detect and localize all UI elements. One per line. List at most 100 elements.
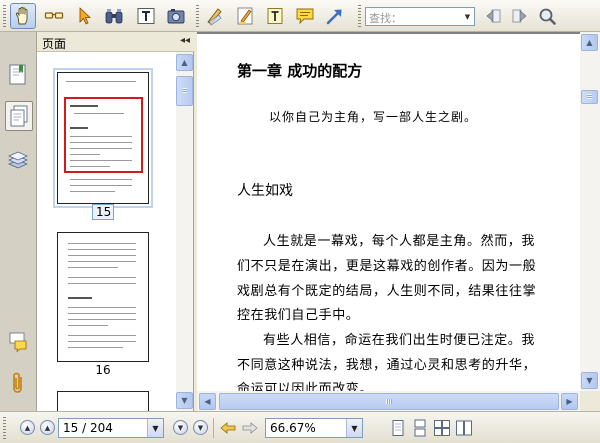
document-vertical-scrollbar[interactable]: ▲ ▼ xyxy=(580,32,600,391)
typewriter-tool-button[interactable] xyxy=(133,3,159,29)
select-tool-button[interactable] xyxy=(71,3,97,29)
next-page-button[interactable]: ▼ xyxy=(173,420,188,435)
thumb-text-line xyxy=(68,249,136,250)
thumb-text-line xyxy=(70,166,110,167)
search-input[interactable]: 查找： ▼ xyxy=(365,7,475,26)
document-view[interactable]: 第一章 成功的配方 以你自己为主角，写一部人生之剧。 人生如戏 人生就是一幕戏，… xyxy=(197,32,600,411)
find-next-button[interactable] xyxy=(507,3,533,29)
thumb-text-line xyxy=(66,81,136,82)
arrow-down-icon: ▼ xyxy=(586,376,593,385)
attachments-tab[interactable] xyxy=(4,368,32,398)
continuous-view-button[interactable] xyxy=(410,418,430,438)
go-back-button[interactable] xyxy=(218,418,238,438)
page-number-field[interactable]: 15 / 204 ▼ xyxy=(58,418,164,438)
layers-icon xyxy=(8,151,28,169)
scroll-down-button[interactable]: ▼ xyxy=(581,372,598,389)
page-number-label: 15 xyxy=(92,204,114,220)
edit-tool-button[interactable] xyxy=(202,3,228,29)
search-dropdown-button[interactable]: ▼ xyxy=(461,8,474,25)
continuous-facing-icon xyxy=(456,420,472,436)
glasses-icon xyxy=(44,12,64,19)
thumb-text-line xyxy=(70,154,100,155)
snapshot-tool-button[interactable] xyxy=(101,3,127,29)
chapter-epigraph: 以你自己为主角，写一部人生之剧。 xyxy=(269,110,478,124)
toolbar-grip[interactable] xyxy=(196,5,199,27)
main-toolbar: 查找： ▼ xyxy=(0,0,600,32)
facing-view-button[interactable] xyxy=(432,418,452,438)
thumb-text-line xyxy=(74,113,124,114)
arrow-tool-button[interactable] xyxy=(322,3,348,29)
arrow-up-icon: ▲ xyxy=(181,58,188,67)
bookmark-icon xyxy=(9,64,26,85)
document-horizontal-scrollbar[interactable]: ◀ ▶ xyxy=(197,391,580,411)
page-dropdown-button[interactable]: ▼ xyxy=(147,419,163,437)
paragraph-line: 有些人相信，命运在我们出生时便已注定。我 xyxy=(263,333,536,348)
scroll-left-button[interactable]: ◀ xyxy=(199,393,216,410)
comments-tab[interactable] xyxy=(4,326,32,356)
first-page-button[interactable]: ▲ xyxy=(20,420,35,435)
select-text-tool-button[interactable] xyxy=(41,3,67,29)
back-arrow-icon xyxy=(220,422,236,434)
pages-panel-scrollbar[interactable]: ▲ ▼ xyxy=(176,52,193,411)
thumb-text-line xyxy=(70,127,88,129)
statusbar-grip[interactable] xyxy=(3,417,6,439)
page-thumbnail-16[interactable] xyxy=(57,232,149,362)
bookmarks-tab[interactable] xyxy=(4,60,32,90)
advanced-search-button[interactable] xyxy=(534,3,560,29)
paragraph-line: 戏剧总有个既定的结局，人生则不同，结果往往掌 xyxy=(237,284,537,299)
page-number-value: 15 / 204 xyxy=(63,421,113,435)
scroll-right-button[interactable]: ▶ xyxy=(561,393,578,410)
arrow-up-icon: ▲ xyxy=(586,38,593,47)
scrollbar-thumb[interactable] xyxy=(176,76,193,106)
search-placeholder: 查找： xyxy=(369,12,402,25)
last-page-button[interactable]: ▼ xyxy=(193,420,208,435)
pencil-ruler-icon xyxy=(207,8,222,26)
separator xyxy=(213,418,214,438)
layers-tab[interactable] xyxy=(4,145,32,175)
previous-page-button[interactable]: ▲ xyxy=(40,420,55,435)
previous-page-icon: ▲ xyxy=(44,423,51,432)
continuous-facing-view-button[interactable] xyxy=(454,418,474,438)
highlight-tool-button[interactable] xyxy=(232,3,258,29)
page-thumbnail-15[interactable] xyxy=(53,68,153,208)
pages-tab[interactable] xyxy=(5,101,33,131)
thumb-text-line xyxy=(68,255,136,256)
toolbar-grip[interactable] xyxy=(3,5,6,27)
visible-area-frame[interactable] xyxy=(64,97,143,173)
chapter-title: 第一章 成功的配方 xyxy=(237,62,363,80)
last-page-icon: ▼ xyxy=(197,423,204,432)
status-bar: ▲ ▲ 15 / 204 ▼ ▼ ▼ 66.67% ▼ xyxy=(0,411,600,443)
thumb-text-line xyxy=(68,297,92,299)
thumb-text-line xyxy=(68,261,136,262)
zoom-field[interactable]: 66.67% ▼ xyxy=(265,418,363,438)
scroll-down-button[interactable]: ▼ xyxy=(176,392,193,409)
arrow-cursor-icon xyxy=(79,7,92,25)
section-title: 人生如戏 xyxy=(237,183,293,199)
single-page-view-button[interactable] xyxy=(388,418,408,438)
note-tool-button[interactable] xyxy=(292,3,318,29)
chevron-down-icon: ▼ xyxy=(351,423,358,433)
arrow-right-icon: ▶ xyxy=(566,397,573,406)
scrollbar-thumb[interactable] xyxy=(581,90,598,104)
paragraph-line: 人生就是一幕戏，每个人都是主角。然而，我 xyxy=(263,234,536,249)
text-tool-button[interactable] xyxy=(262,3,288,29)
find-previous-button[interactable] xyxy=(480,3,506,29)
find-next-icon xyxy=(512,9,527,23)
scroll-up-button[interactable]: ▲ xyxy=(176,54,193,71)
pages-panel-title: 页面 xyxy=(42,37,67,51)
scrollbar-thumb[interactable] xyxy=(219,393,559,410)
binoculars-icon xyxy=(105,9,123,24)
text-box-icon xyxy=(267,8,283,24)
chevron-down-icon: ▼ xyxy=(152,423,159,433)
toolbar-grip[interactable] xyxy=(358,5,361,27)
zoom-dropdown-button[interactable]: ▼ xyxy=(346,419,362,437)
go-forward-button[interactable] xyxy=(240,418,260,438)
collapse-panel-button[interactable]: ◂◂ xyxy=(180,35,190,46)
hand-tool-button[interactable] xyxy=(10,3,36,29)
magnifier-icon xyxy=(539,8,556,25)
camera-tool-button[interactable] xyxy=(163,3,189,29)
paperclip-icon xyxy=(13,372,22,393)
thumb-text-line xyxy=(70,191,115,192)
thumb-text-line xyxy=(70,185,132,186)
scroll-up-button[interactable]: ▲ xyxy=(581,34,598,51)
